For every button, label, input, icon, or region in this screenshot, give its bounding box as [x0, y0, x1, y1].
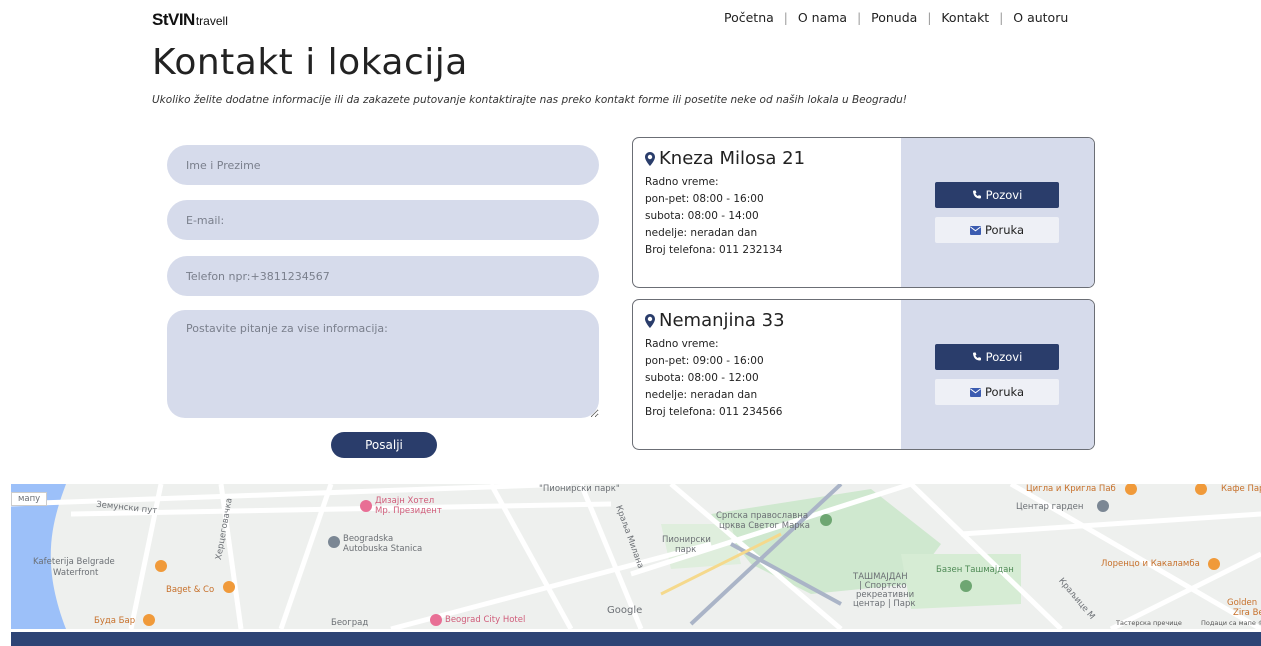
map-label-hotel: Дизајн Хотел — [375, 496, 435, 506]
hours-saturday: subota: 08:00 - 14:00 — [645, 210, 759, 222]
location-card-kneza-milosa: Kneza Milosa 21 Radno vreme: pon-pet: 08… — [632, 137, 1095, 288]
message-textarea[interactable] — [167, 310, 599, 418]
map-label-city-hotel: Beograd City Hotel — [445, 615, 526, 625]
nav-separator: | — [999, 10, 1004, 25]
location-info: Kneza Milosa 21 Radno vreme: pon-pet: 08… — [633, 138, 901, 287]
location-address-text: Kneza Milosa 21 — [659, 148, 806, 169]
main-nav: Početna | O nama | Ponuda | Kontakt | O … — [724, 10, 1068, 25]
location-address: Kneza Milosa 21 — [645, 148, 889, 169]
map-label-golden-line2: Zira Be — [1233, 608, 1261, 618]
call-button-label: Pozovi — [985, 188, 1023, 202]
map-label-buda-bar: Буда Бар — [94, 616, 136, 626]
site-logo[interactable]: StVIN travell — [152, 10, 228, 30]
nav-item-o-autoru[interactable]: O autoru — [1013, 10, 1068, 25]
location-actions: Pozovi Poruka — [901, 138, 1094, 287]
map-label-beograd: Београд — [331, 618, 369, 628]
map-label-centar-garden: Центар гарден — [1016, 502, 1084, 512]
phone-icon — [972, 190, 981, 199]
page-subtitle: Ukoliko želite dodatne informacije ili d… — [152, 94, 907, 106]
phone-icon — [972, 352, 981, 361]
map-label-cigla: Цигла и Кригла Паб — [1026, 484, 1116, 494]
map-label-kafe: Кафе Пар — [1221, 484, 1261, 494]
map-label-autobuska: Beogradska — [343, 534, 394, 544]
phone-number: Broj telefona: 011 232134 — [645, 244, 783, 256]
call-button[interactable]: Pozovi — [935, 344, 1059, 370]
location-actions: Pozovi Poruka — [901, 300, 1094, 449]
map-label-pionirski-line2: парк — [675, 545, 697, 555]
map-label-baget: Baget & Co — [166, 585, 215, 595]
nav-separator: | — [783, 10, 788, 25]
embedded-map[interactable]: мапу Земунски пут Kafeterija Belgrade Wa… — [11, 484, 1261, 629]
map-label-pionirski: Пионирски — [662, 535, 711, 545]
nav-item-ponuda[interactable]: Ponuda — [871, 10, 917, 25]
email-input[interactable] — [167, 200, 599, 240]
logo-subtext: travell — [195, 14, 228, 28]
map-label-autobuska-line2: Autobuska Stanica — [343, 544, 423, 554]
map-label-kafeterija-line2: Waterfront — [53, 568, 99, 578]
location-address: Nemanjina 33 — [645, 310, 889, 331]
nav-item-o-nama[interactable]: O nama — [798, 10, 847, 25]
phone-input[interactable] — [167, 256, 599, 296]
map-label-kafeterija: Kafeterija Belgrade — [33, 557, 115, 567]
map-pin-icon — [645, 313, 655, 328]
envelope-icon — [969, 225, 981, 235]
call-button[interactable]: Pozovi — [935, 182, 1059, 208]
map-pin-icon — [645, 151, 655, 166]
message-button[interactable]: Poruka — [935, 217, 1059, 243]
hours-sunday: nedelje: neradan dan — [645, 227, 758, 239]
map-label-pionirski-park: "Пионирски парк" — [539, 484, 620, 494]
message-button-label: Poruka — [984, 385, 1025, 399]
map-label-crkva: Српска православна — [716, 511, 809, 521]
message-button-label: Poruka — [984, 223, 1025, 237]
map-label-crkva-line2: црква Светог Марка — [719, 521, 811, 531]
hours-weekdays: pon-pet: 09:00 - 16:00 — [645, 355, 764, 367]
location-address-text: Nemanjina 33 — [659, 310, 785, 331]
nav-item-kontakt[interactable]: Kontakt — [941, 10, 989, 25]
page-title: Kontakt i lokacija — [152, 42, 468, 83]
google-logo: Google — [607, 605, 643, 616]
map-label-hotel-line2: Мр. Президент — [375, 506, 442, 516]
nav-separator: | — [927, 10, 932, 25]
hours-weekdays: pon-pet: 08:00 - 16:00 — [645, 193, 764, 205]
hours-saturday: subota: 08:00 - 12:00 — [645, 372, 759, 384]
map-label-mapu[interactable]: мапу — [11, 492, 48, 506]
submit-button[interactable]: Posalji — [331, 432, 437, 458]
location-card-nemanjina: Nemanjina 33 Radno vreme: pon-pet: 09:00… — [632, 299, 1095, 450]
hours-sunday: nedelje: neradan dan — [645, 389, 758, 401]
map-label-tasmajdan-line4: центар | Парк — [853, 599, 916, 609]
logo-text: StVIN — [152, 10, 195, 29]
map-label-bazen: Базен Ташмајдан — [936, 565, 1014, 575]
map-footer-data[interactable]: Подаци са мапе © — [1201, 619, 1261, 627]
call-button-label: Pozovi — [985, 350, 1023, 364]
hours-label: Radno vreme: — [645, 176, 719, 188]
envelope-icon — [969, 387, 981, 397]
nav-separator: | — [857, 10, 862, 25]
message-button[interactable]: Poruka — [935, 379, 1059, 405]
map-footer-shortcuts[interactable]: Тастерска пречице — [1116, 619, 1182, 627]
nav-item-pocetna[interactable]: Početna — [724, 10, 774, 25]
map-label-lorenco: Лоренцо и Какаламба — [1101, 559, 1200, 569]
phone-number: Broj telefona: 011 234566 — [645, 406, 783, 418]
location-info: Nemanjina 33 Radno vreme: pon-pet: 09:00… — [633, 300, 901, 449]
name-input[interactable] — [167, 145, 599, 185]
hours-label: Radno vreme: — [645, 338, 719, 350]
page-footer — [11, 632, 1261, 646]
map-label-golden: Golden — [1227, 598, 1258, 608]
